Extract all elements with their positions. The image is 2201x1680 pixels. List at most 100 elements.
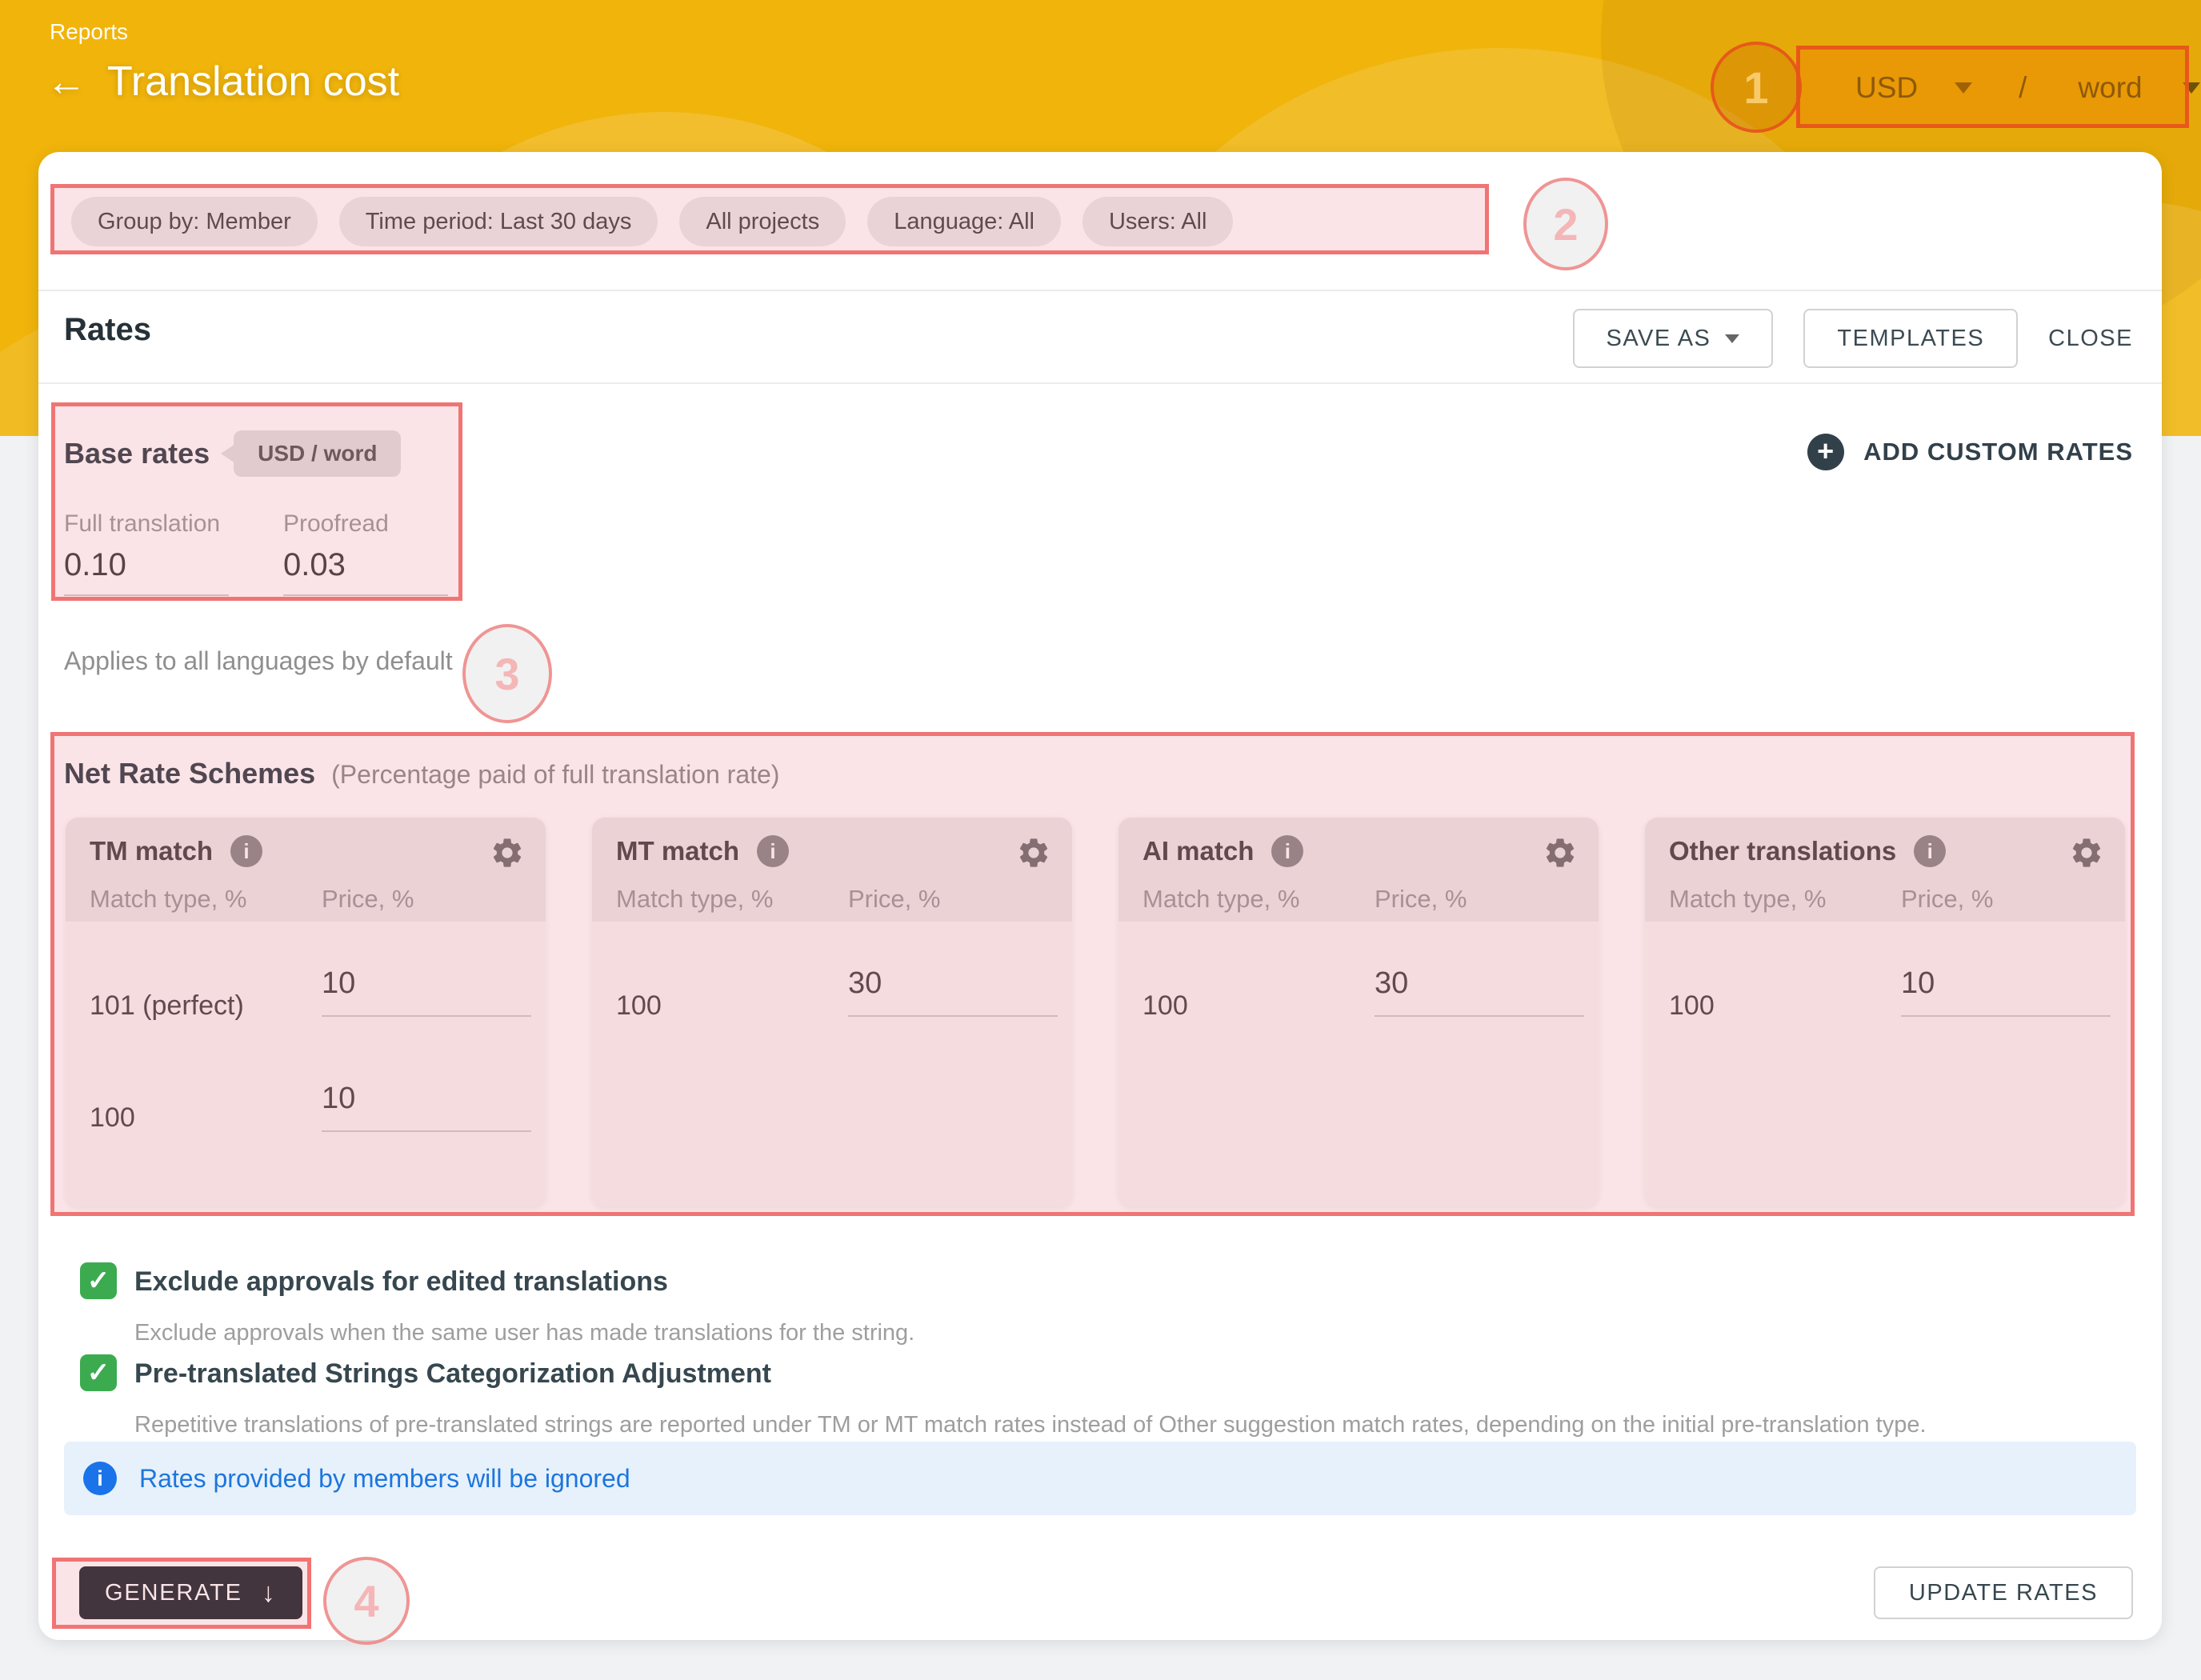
price-column-label: Price, % bbox=[1901, 885, 1993, 914]
price-column-label: Price, % bbox=[848, 885, 940, 914]
price-input[interactable]: 30 bbox=[848, 966, 1058, 1017]
pretranslated-adjustment-option: ✓ Pre-translated Strings Categorization … bbox=[80, 1354, 771, 1391]
separator: / bbox=[2019, 71, 2027, 105]
net-rate-schemes-subtitle: (Percentage paid of full translation rat… bbox=[331, 760, 779, 790]
divider bbox=[38, 382, 2162, 384]
base-rates-title: Base rates bbox=[64, 437, 210, 470]
report-settings-card: Group by: Member Time period: Last 30 da… bbox=[38, 152, 2162, 1640]
generate-label: GENERATE bbox=[105, 1580, 242, 1606]
add-custom-rates-button[interactable]: + ADD CUSTOM RATES bbox=[1807, 434, 2133, 470]
info-icon[interactable]: i bbox=[1271, 835, 1303, 867]
match-type-value: 100 bbox=[616, 990, 662, 1022]
card-title: AI match bbox=[1143, 836, 1254, 866]
base-rates-note: Applies to all languages by default bbox=[64, 646, 453, 676]
card-header: AI match i Match type, % Price, % bbox=[1119, 818, 1599, 922]
update-rates-label: UPDATE RATES bbox=[1909, 1580, 2098, 1606]
checkbox-checked[interactable]: ✓ bbox=[80, 1262, 117, 1299]
currency-unit-badge: USD / word bbox=[234, 430, 401, 477]
tm-match-card: TM match i Match type, % Price, % 101 (p… bbox=[66, 818, 546, 1206]
proofread-field: Proofread 0.03 bbox=[283, 510, 448, 596]
plus-icon: + bbox=[1807, 434, 1844, 470]
match-type-value: 100 bbox=[1669, 990, 1715, 1022]
templates-label: TEMPLATES bbox=[1837, 326, 1984, 352]
match-type-column-label: Match type, % bbox=[616, 885, 773, 914]
info-icon[interactable]: i bbox=[757, 835, 789, 867]
net-rate-schemes-header: Net Rate Schemes (Percentage paid of ful… bbox=[64, 757, 779, 790]
gear-icon[interactable] bbox=[2069, 835, 2104, 870]
filter-chip-time-period[interactable]: Time period: Last 30 days bbox=[339, 197, 658, 246]
price-input[interactable]: 10 bbox=[322, 1082, 531, 1132]
download-arrow-icon: ↓ bbox=[262, 1578, 277, 1609]
update-rates-button[interactable]: UPDATE RATES bbox=[1874, 1566, 2133, 1619]
info-icon: i bbox=[83, 1462, 117, 1495]
ai-match-card: AI match i Match type, % Price, % 100 30 bbox=[1119, 818, 1599, 1206]
templates-button[interactable]: TEMPLATES bbox=[1803, 309, 2018, 368]
base-rates-header: Base rates USD / word bbox=[64, 430, 401, 477]
card-title: Other translations bbox=[1669, 836, 1896, 866]
exclude-approvals-description: Exclude approvals when the same user has… bbox=[134, 1320, 914, 1346]
unit-dropdown[interactable]: word bbox=[2078, 71, 2142, 105]
filter-chip-language[interactable]: Language: All bbox=[867, 197, 1061, 246]
match-type-value: 101 (perfect) bbox=[90, 990, 244, 1022]
card-header: MT match i Match type, % Price, % bbox=[592, 818, 1072, 922]
filter-chip-group-by[interactable]: Group by: Member bbox=[71, 197, 318, 246]
net-rate-schemes-title: Net Rate Schemes bbox=[64, 757, 315, 790]
full-translation-input[interactable]: 0.10 bbox=[64, 547, 229, 596]
price-column-label: Price, % bbox=[322, 885, 414, 914]
info-banner: i Rates provided by members will be igno… bbox=[64, 1442, 2136, 1515]
breadcrumb[interactable]: Reports bbox=[50, 19, 128, 45]
card-header: TM match i Match type, % Price, % bbox=[66, 818, 546, 922]
currency-dropdown[interactable]: USD bbox=[1855, 71, 1918, 105]
back-arrow-icon[interactable]: ← bbox=[46, 62, 86, 102]
filter-chip-projects[interactable]: All projects bbox=[679, 197, 846, 246]
close-button[interactable]: CLOSE bbox=[2048, 326, 2133, 352]
card-header: Other translations i Match type, % Price… bbox=[1645, 818, 2125, 922]
gear-icon[interactable] bbox=[1016, 835, 1051, 870]
match-type-value: 100 bbox=[90, 1102, 135, 1134]
info-icon[interactable]: i bbox=[1914, 835, 1946, 867]
filter-chip-users[interactable]: Users: All bbox=[1082, 197, 1233, 246]
gear-icon[interactable] bbox=[490, 835, 525, 870]
chevron-down-icon[interactable] bbox=[1955, 82, 1972, 94]
price-column-label: Price, % bbox=[1375, 885, 1467, 914]
pretranslated-adjustment-description: Repetitive translations of pre-translate… bbox=[134, 1412, 1927, 1438]
match-type-column-label: Match type, % bbox=[1143, 885, 1299, 914]
save-as-button[interactable]: SAVE AS bbox=[1573, 309, 1774, 368]
chevron-down-icon bbox=[1725, 334, 1739, 343]
chevron-down-icon[interactable] bbox=[2183, 82, 2200, 94]
match-type-column-label: Match type, % bbox=[90, 885, 246, 914]
match-type-value: 100 bbox=[1143, 990, 1188, 1022]
proofread-label: Proofread bbox=[283, 510, 448, 538]
page-title: Translation cost bbox=[107, 58, 399, 106]
info-banner-text: Rates provided by members will be ignore… bbox=[139, 1464, 630, 1494]
exclude-approvals-option: ✓ Exclude approvals for edited translati… bbox=[80, 1262, 668, 1299]
net-rate-cards-row: TM match i Match type, % Price, % 101 (p… bbox=[66, 818, 2125, 1206]
divider bbox=[38, 290, 2162, 291]
price-input[interactable]: 30 bbox=[1375, 966, 1584, 1017]
mt-match-card: MT match i Match type, % Price, % 100 30 bbox=[592, 818, 1072, 1206]
price-input[interactable]: 10 bbox=[1901, 966, 2111, 1017]
base-rates-fields: Full translation 0.10 Proofread 0.03 bbox=[64, 510, 448, 596]
rates-section-title: Rates bbox=[64, 312, 151, 348]
match-type-column-label: Match type, % bbox=[1669, 885, 1826, 914]
gear-icon[interactable] bbox=[1543, 835, 1578, 870]
info-icon[interactable]: i bbox=[230, 835, 262, 867]
exclude-approvals-label: Exclude approvals for edited translation… bbox=[134, 1262, 668, 1298]
proofread-input[interactable]: 0.03 bbox=[283, 547, 448, 596]
translation-cost-report-page: Reports ← Translation cost USD / word Gr… bbox=[0, 0, 2201, 1680]
filter-chips-row: Group by: Member Time period: Last 30 da… bbox=[71, 197, 1233, 246]
full-translation-field: Full translation 0.10 bbox=[64, 510, 229, 596]
rates-toolbar: SAVE AS TEMPLATES CLOSE bbox=[1573, 309, 2133, 368]
card-title: TM match bbox=[90, 836, 213, 866]
checkbox-checked[interactable]: ✓ bbox=[80, 1354, 117, 1391]
price-input[interactable]: 10 bbox=[322, 966, 531, 1017]
generate-button[interactable]: GENERATE ↓ bbox=[79, 1566, 302, 1619]
page-title-row: ← Translation cost bbox=[46, 58, 399, 106]
add-custom-rates-label: ADD CUSTOM RATES bbox=[1863, 438, 2133, 466]
currency-unit-selector: USD / word bbox=[1796, 48, 2189, 128]
save-as-label: SAVE AS bbox=[1607, 326, 1711, 352]
other-translations-card: Other translations i Match type, % Price… bbox=[1645, 818, 2125, 1206]
full-translation-label: Full translation bbox=[64, 510, 229, 538]
pretranslated-adjustment-label: Pre-translated Strings Categorization Ad… bbox=[134, 1354, 771, 1390]
card-title: MT match bbox=[616, 836, 739, 866]
